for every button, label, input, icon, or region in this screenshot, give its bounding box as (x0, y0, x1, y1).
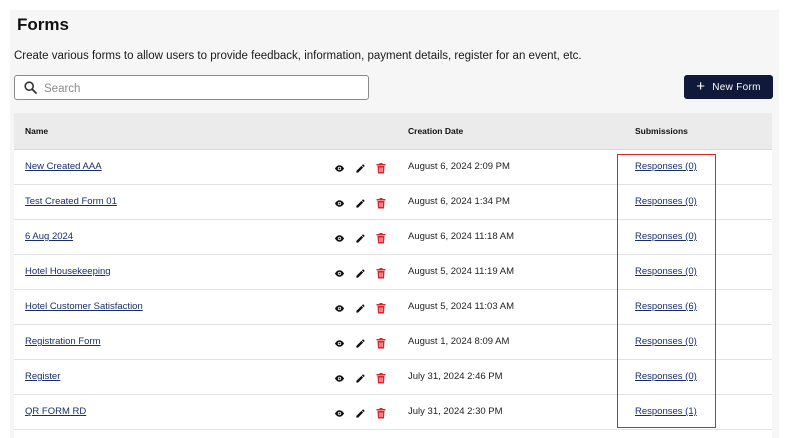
row-actions (334, 196, 389, 209)
table-row: New Created AAA August 6, 2024 2:09 PM Res… (14, 150, 772, 185)
responses-link[interactable]: Responses (0) (635, 231, 697, 242)
form-name-link[interactable]: QR FORM RD (25, 406, 86, 417)
eye-icon[interactable] (334, 301, 345, 319)
trash-icon[interactable] (376, 371, 386, 389)
column-header-name: Name (25, 126, 49, 136)
responses-link[interactable]: Responses (0) (635, 161, 697, 172)
eye-icon[interactable] (334, 371, 345, 389)
row-actions (334, 336, 389, 349)
pencil-icon[interactable] (355, 196, 366, 214)
form-name-link[interactable]: Test Created Form 01 (25, 196, 117, 207)
search-icon (24, 81, 37, 94)
page-subtitle: Create various forms to allow users to p… (14, 50, 582, 62)
responses-link[interactable]: Responses (1) (635, 406, 697, 417)
new-form-button[interactable]: + New Form (684, 75, 773, 99)
row-actions (334, 406, 389, 419)
table-row: Register July 31, 2024 2:46 PM Responses (… (14, 360, 772, 395)
creation-date: August 6, 2024 1:34 PM (408, 196, 510, 207)
row-actions (334, 371, 389, 384)
creation-date: August 6, 2024 11:18 AM (408, 231, 514, 242)
responses-link[interactable]: Responses (0) (635, 336, 697, 347)
pencil-icon[interactable] (355, 406, 366, 424)
row-actions (334, 266, 389, 279)
pencil-icon[interactable] (355, 266, 366, 284)
form-name-link[interactable]: Hotel Customer Satisfaction (25, 301, 143, 312)
pencil-icon[interactable] (355, 301, 366, 319)
column-header-creation-date: Creation Date (408, 126, 464, 136)
pencil-icon[interactable] (355, 161, 366, 179)
form-name-link[interactable]: 6 Aug 2024 (25, 231, 73, 242)
trash-icon[interactable] (376, 266, 386, 284)
responses-link[interactable]: Responses (0) (635, 196, 697, 207)
trash-icon[interactable] (376, 336, 386, 354)
table-row: 6 Aug 2024 August 6, 2024 11:18 AM Respons… (14, 220, 772, 255)
table-row: Hotel Housekeeping August 5, 2024 11:19 A… (14, 255, 772, 290)
eye-icon[interactable] (334, 336, 345, 354)
table-row: Hotel Customer Satisfaction August 5, 202… (14, 290, 772, 325)
eye-icon[interactable] (334, 266, 345, 284)
trash-icon[interactable] (376, 196, 386, 214)
responses-link[interactable]: Responses (0) (635, 266, 697, 277)
creation-date: July 31, 2024 2:30 PM (408, 406, 503, 417)
row-actions (334, 161, 389, 174)
pencil-icon[interactable] (355, 231, 366, 249)
page-title: Forms (17, 15, 69, 34)
form-name-link[interactable]: Register (25, 371, 60, 382)
table-row: Test Created Form 01 August 6, 2024 1:34 … (14, 185, 772, 220)
responses-link[interactable]: Responses (0) (635, 371, 697, 382)
responses-link[interactable]: Responses (6) (635, 301, 697, 312)
row-actions (334, 301, 389, 314)
trash-icon[interactable] (376, 406, 386, 424)
table-row: Registration Form August 1, 2024 8:09 AM R… (14, 325, 772, 360)
eye-icon[interactable] (334, 406, 345, 424)
creation-date: July 31, 2024 2:46 PM (408, 371, 503, 382)
pencil-icon[interactable] (355, 371, 366, 389)
trash-icon[interactable] (376, 301, 386, 319)
pencil-icon[interactable] (355, 336, 366, 354)
forms-table: Name Creation Date Submissions New Creat… (14, 113, 772, 438)
creation-date: August 5, 2024 11:03 AM (408, 301, 514, 312)
table-header: Name Creation Date Submissions (14, 113, 772, 150)
plus-icon: + (696, 77, 706, 95)
form-name-link[interactable]: New Created AAA (25, 161, 102, 172)
creation-date: August 1, 2024 8:09 AM (408, 336, 510, 347)
new-form-button-label: New Form (712, 81, 761, 93)
creation-date: August 6, 2024 2:09 PM (408, 161, 510, 172)
trash-icon[interactable] (376, 231, 386, 249)
column-header-submissions: Submissions (635, 126, 688, 136)
form-name-link[interactable]: Registration Form (25, 336, 101, 347)
trash-icon[interactable] (376, 161, 386, 179)
search-box[interactable] (14, 75, 369, 100)
creation-date: August 5, 2024 11:19 AM (408, 266, 514, 277)
form-name-link[interactable]: Hotel Housekeeping (25, 266, 111, 277)
eye-icon[interactable] (334, 231, 345, 249)
eye-icon[interactable] (334, 161, 345, 179)
search-input[interactable] (42, 79, 366, 98)
row-actions (334, 231, 389, 244)
table-row: QR FORM RD July 31, 2024 2:30 PM Responses… (14, 395, 772, 430)
eye-icon[interactable] (334, 196, 345, 214)
